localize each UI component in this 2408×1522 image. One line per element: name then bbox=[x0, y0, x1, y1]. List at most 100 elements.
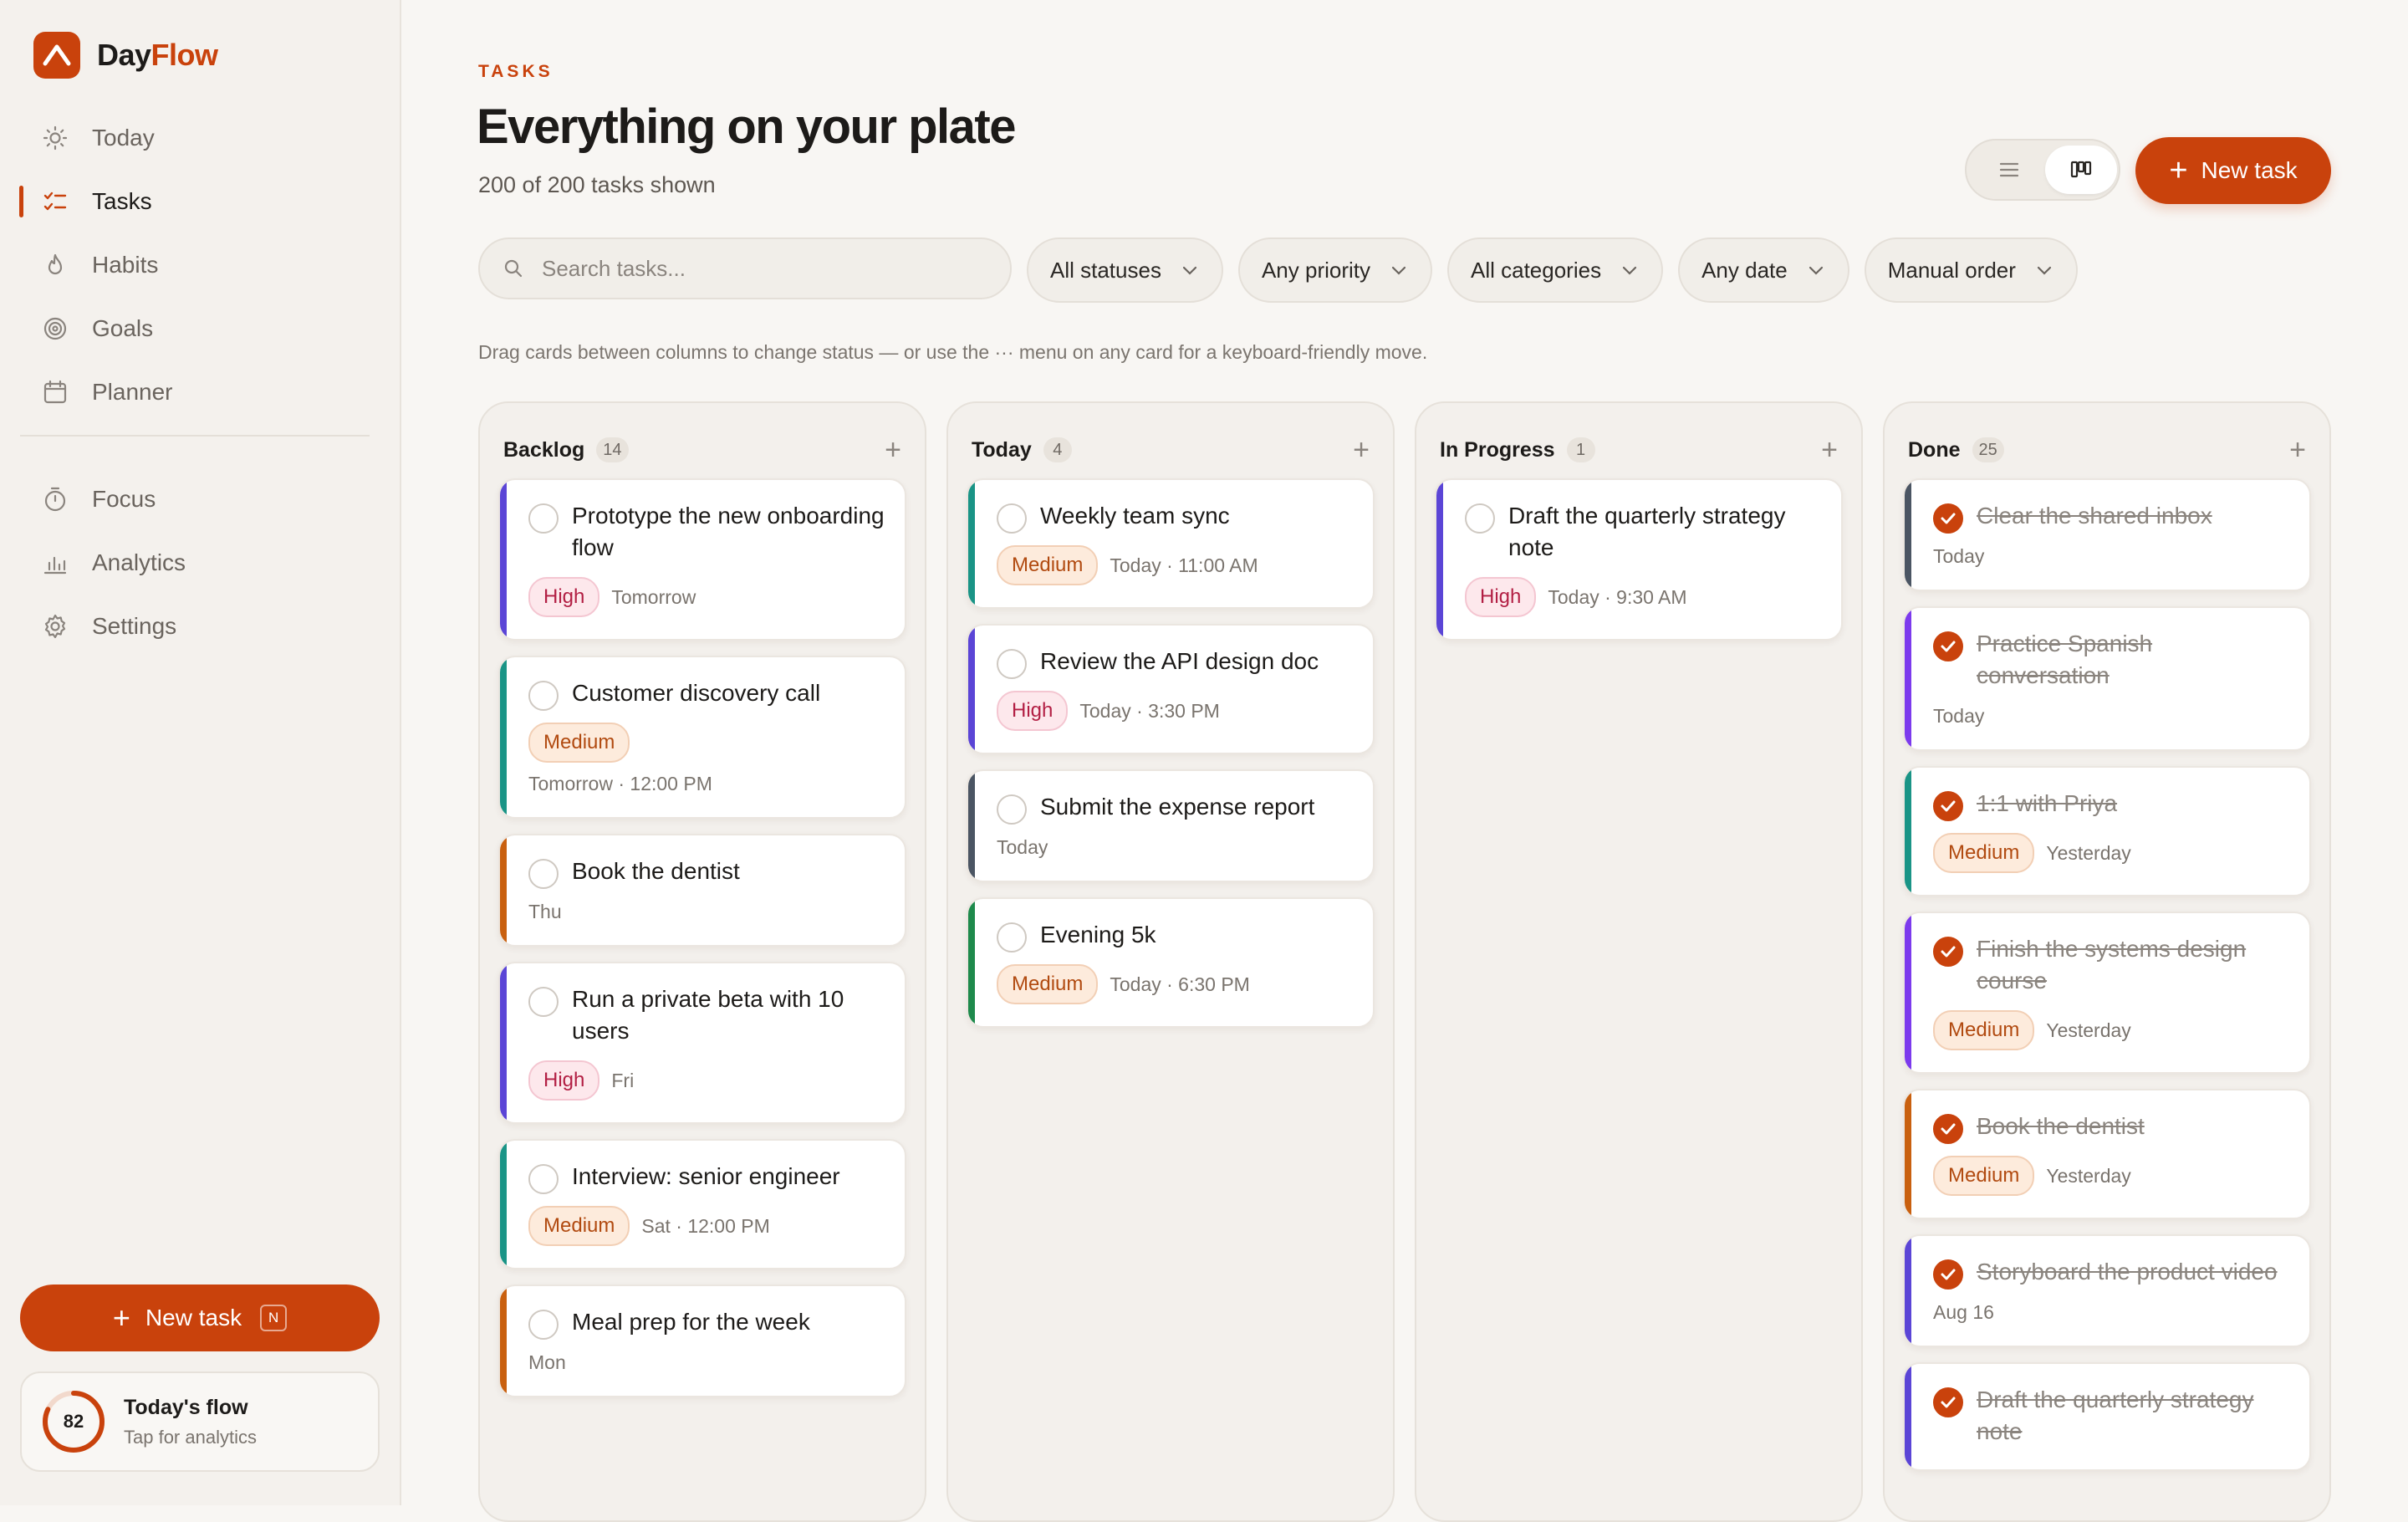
chevron-down-icon bbox=[1809, 266, 1823, 275]
calendar-icon bbox=[40, 377, 70, 407]
board-view-button[interactable] bbox=[2045, 146, 2117, 194]
task-meta: Mon bbox=[528, 1351, 885, 1374]
task-card[interactable]: Run a private beta with 10 users High Fri bbox=[498, 962, 906, 1124]
priority-badge: Medium bbox=[1933, 1010, 2035, 1050]
task-card[interactable]: Submit the expense report Today bbox=[967, 769, 1375, 882]
task-card[interactable]: Draft the quarterly strategy note High Tod… bbox=[1435, 478, 1843, 641]
due-date: Yesterday bbox=[2046, 1164, 2131, 1187]
board-column-backlog: Backlog 14 + Prototype the new onboarding f… bbox=[478, 401, 926, 1522]
due-date: Today bbox=[1933, 705, 1985, 727]
chevron-down-icon bbox=[1182, 266, 1197, 275]
column-header: Backlog 14 + bbox=[503, 433, 901, 467]
completed-checkbox[interactable] bbox=[1933, 1114, 1963, 1144]
chevron-down-icon bbox=[1622, 266, 1637, 275]
task-checkbox[interactable] bbox=[997, 649, 1027, 679]
new-task-button[interactable]: + New task bbox=[2135, 137, 2331, 204]
column-count-badge: 1 bbox=[1566, 437, 1595, 462]
completed-checkbox[interactable] bbox=[1933, 631, 1963, 661]
task-card[interactable]: 1:1 with Priya Medium Yesterday bbox=[1903, 766, 2311, 896]
checkmark-icon bbox=[1941, 1397, 1956, 1408]
filter-bar: All statuses Any priority All categories… bbox=[478, 237, 2093, 303]
task-checkbox[interactable] bbox=[528, 1310, 559, 1340]
sidebar-item-tasks[interactable]: Tasks bbox=[19, 176, 380, 227]
task-card[interactable]: Customer discovery call Medium Tomorrow · … bbox=[498, 656, 906, 819]
flow-title: Today's flow bbox=[124, 1395, 248, 1419]
board-column-today: Today 4 + Weekly team sync Medium Today · 11:… bbox=[946, 401, 1395, 1522]
task-card[interactable]: Book the dentist Medium Yesterday bbox=[1903, 1089, 2311, 1219]
task-card[interactable]: Interview: senior engineer Medium Sat · 12… bbox=[498, 1139, 906, 1269]
sidebar-item-settings[interactable]: Settings bbox=[20, 600, 380, 652]
task-checkbox[interactable] bbox=[528, 987, 559, 1017]
task-checkbox[interactable] bbox=[528, 1164, 559, 1194]
due-date: Sat · 12:00 PM bbox=[641, 1214, 770, 1237]
add-card-button[interactable]: + bbox=[1353, 436, 1370, 464]
due-date: Thu bbox=[528, 901, 562, 922]
due-date: Today · 6:30 PM bbox=[1110, 973, 1250, 995]
completed-checkbox[interactable] bbox=[1933, 1259, 1963, 1290]
task-checkbox[interactable] bbox=[528, 681, 559, 711]
list-view-button[interactable] bbox=[1973, 146, 2045, 194]
priority-badge: High bbox=[528, 577, 600, 617]
add-card-button[interactable]: + bbox=[2289, 436, 2306, 464]
sidebar-item-label: Planner bbox=[92, 379, 173, 405]
sidebar-new-task-label: New task bbox=[145, 1305, 242, 1330]
task-meta: Medium Yesterday bbox=[1933, 1156, 2289, 1196]
date-filter[interactable]: Any date bbox=[1678, 237, 1849, 303]
completed-checkbox[interactable] bbox=[1933, 503, 1963, 534]
task-title: Customer discovery call bbox=[572, 680, 821, 706]
task-checkbox[interactable] bbox=[1465, 503, 1495, 534]
plus-icon: + bbox=[885, 434, 901, 466]
sort-order-select[interactable]: Manual order bbox=[1864, 237, 2078, 303]
task-card[interactable]: Storyboard the product video Aug 16 bbox=[1903, 1234, 2311, 1347]
task-card[interactable]: Weekly team sync Medium Today · 11:00 AM bbox=[967, 478, 1375, 609]
category-filter[interactable]: All categories bbox=[1447, 237, 1664, 303]
due-date: Yesterday bbox=[2046, 1019, 2131, 1041]
sidebar-item-label: Tasks bbox=[92, 188, 152, 214]
task-card[interactable]: Practice Spanish conversation Today bbox=[1903, 606, 2311, 751]
task-card[interactable]: Finish the systems design course Medium Ye… bbox=[1903, 912, 2311, 1074]
task-title: Practice Spanish conversation bbox=[1977, 631, 2153, 688]
status-filter-value: All statuses bbox=[1050, 257, 1161, 283]
task-card[interactable]: Clear the shared inbox Today bbox=[1903, 478, 2311, 591]
plus-icon: + bbox=[112, 1300, 130, 1335]
task-card[interactable]: Prototype the new onboarding flow High Tom… bbox=[498, 478, 906, 641]
sidebar-item-analytics[interactable]: Analytics bbox=[20, 537, 380, 589]
task-checkbox[interactable] bbox=[997, 794, 1027, 825]
task-card[interactable]: Book the dentist Thu bbox=[498, 834, 906, 947]
sidebar-new-task-button[interactable]: + New task N bbox=[20, 1285, 380, 1351]
task-count-summary: 200 of 200 tasks shown bbox=[478, 172, 716, 197]
sidebar-item-goals[interactable]: Goals bbox=[20, 303, 380, 355]
add-card-button[interactable]: + bbox=[885, 436, 901, 464]
sidebar-item-label: Habits bbox=[92, 252, 159, 278]
add-card-button[interactable]: + bbox=[1821, 436, 1838, 464]
task-card[interactable]: Draft the quarterly strategy note bbox=[1903, 1362, 2311, 1471]
sidebar-item-habits[interactable]: Habits bbox=[20, 239, 380, 291]
due-date: Fri bbox=[611, 1069, 635, 1091]
task-checkbox[interactable] bbox=[997, 503, 1027, 534]
priority-badge: High bbox=[1465, 577, 1537, 617]
todays-flow-card[interactable]: 82 Today's flow Tap for analytics bbox=[20, 1371, 380, 1472]
status-filter[interactable]: All statuses bbox=[1027, 237, 1223, 303]
task-checkbox[interactable] bbox=[528, 503, 559, 534]
sidebar-item-today[interactable]: Today bbox=[20, 112, 380, 164]
task-meta: Today bbox=[1933, 705, 2289, 728]
completed-checkbox[interactable] bbox=[1933, 937, 1963, 967]
completed-checkbox[interactable] bbox=[1933, 1387, 1963, 1417]
checkmark-icon bbox=[1941, 641, 1956, 652]
search-input[interactable] bbox=[540, 254, 995, 283]
task-card[interactable]: Review the API design doc High Today · 3:3… bbox=[967, 624, 1375, 754]
task-title: Interview: senior engineer bbox=[572, 1163, 840, 1189]
priority-filter[interactable]: Any priority bbox=[1237, 237, 1432, 303]
task-card[interactable]: Meal prep for the week Mon bbox=[498, 1285, 906, 1397]
checkmark-icon bbox=[1941, 946, 1956, 958]
task-checkbox[interactable] bbox=[997, 922, 1027, 953]
task-card[interactable]: Evening 5k Medium Today · 6:30 PM bbox=[967, 897, 1375, 1028]
brand[interactable]: DayFlow bbox=[33, 32, 218, 79]
completed-checkbox[interactable] bbox=[1933, 791, 1963, 821]
sidebar-item-planner[interactable]: Planner bbox=[20, 366, 380, 418]
column-count-badge: 25 bbox=[1972, 437, 2004, 462]
task-checkbox[interactable] bbox=[528, 859, 559, 889]
sidebar-item-focus[interactable]: Focus bbox=[20, 473, 380, 525]
search-field[interactable] bbox=[478, 237, 1012, 299]
card-list: Clear the shared inbox Today Practice Span… bbox=[1903, 478, 2311, 1486]
